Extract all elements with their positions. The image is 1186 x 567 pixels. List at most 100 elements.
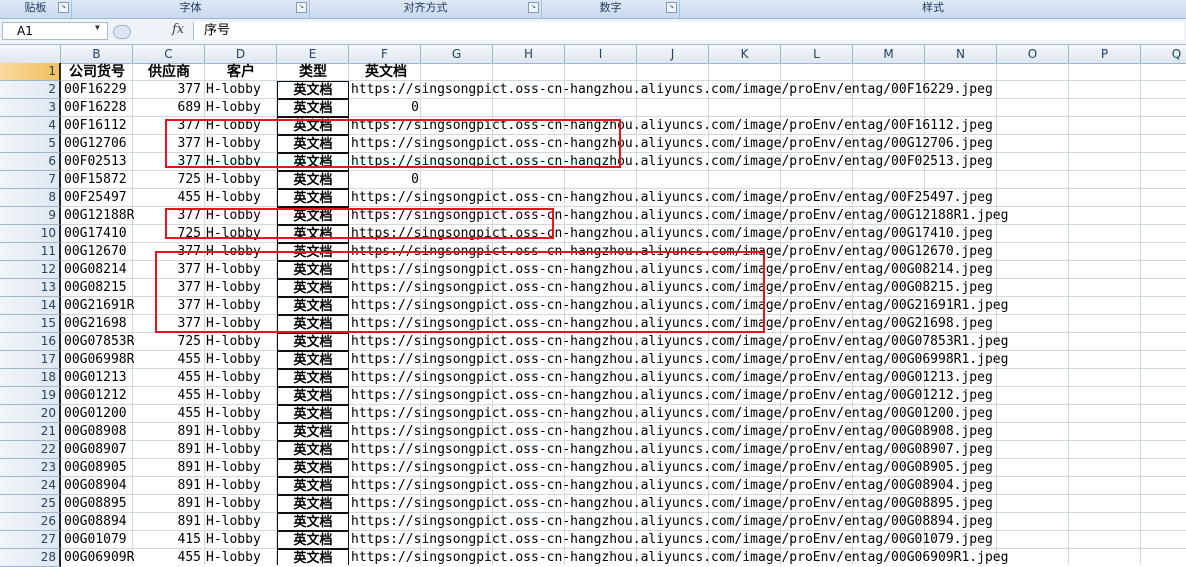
row-header[interactable]: 12 bbox=[0, 261, 61, 279]
dialog-launcher-icon[interactable]: ↘ bbox=[528, 2, 539, 13]
column-header-i[interactable]: I bbox=[565, 45, 637, 63]
ribbon-group-number[interactable]: 数字 ↘ bbox=[542, 0, 680, 18]
column-header-q[interactable]: Q bbox=[1141, 45, 1186, 63]
row-header[interactable]: 5 bbox=[0, 135, 61, 153]
cell-doc-url[interactable]: https://singsongpict.oss-cn-hangzhou.ali… bbox=[351, 225, 993, 243]
cell-supplier[interactable]: 455 bbox=[134, 549, 204, 565]
cell-doc-url[interactable]: https://singsongpict.oss-cn-hangzhou.ali… bbox=[351, 243, 993, 261]
cell-type[interactable]: 英文档 bbox=[277, 513, 349, 531]
cell-supplier[interactable]: 377 bbox=[134, 297, 204, 315]
cell-customer[interactable]: H-lobby bbox=[206, 171, 276, 189]
cell-supplier[interactable]: 377 bbox=[134, 207, 204, 225]
cell-type[interactable]: 英文档 bbox=[277, 297, 349, 315]
cell-doc-url[interactable]: https://singsongpict.oss-cn-hangzhou.ali… bbox=[351, 261, 993, 279]
cell-supplier[interactable]: 891 bbox=[134, 477, 204, 495]
header-cell-type[interactable]: 类型 bbox=[277, 63, 349, 81]
cell-doc-url[interactable]: https://singsongpict.oss-cn-hangzhou.ali… bbox=[351, 279, 993, 297]
cell-customer[interactable]: H-lobby bbox=[206, 495, 276, 513]
cell-code[interactable]: 00G08894 bbox=[64, 513, 134, 531]
insert-function-icon[interactable]: fx bbox=[172, 22, 184, 37]
cell-customer[interactable]: H-lobby bbox=[206, 99, 276, 117]
cell-type[interactable]: 英文档 bbox=[277, 549, 349, 565]
cell-customer[interactable]: H-lobby bbox=[206, 459, 276, 477]
cell-code[interactable]: 00G08895 bbox=[64, 495, 134, 513]
cell-customer[interactable]: H-lobby bbox=[206, 315, 276, 333]
cell-doc-url[interactable]: https://singsongpict.oss-cn-hangzhou.ali… bbox=[351, 477, 993, 495]
column-header-m[interactable]: M bbox=[853, 45, 925, 63]
row-header[interactable]: 21 bbox=[0, 423, 61, 441]
cell-code[interactable]: 00G08904 bbox=[64, 477, 134, 495]
cell-type[interactable]: 英文档 bbox=[277, 333, 349, 351]
cell-supplier[interactable]: 415 bbox=[134, 531, 204, 549]
cell-customer[interactable]: H-lobby bbox=[206, 387, 276, 405]
cell-supplier[interactable]: 891 bbox=[134, 423, 204, 441]
cell-customer[interactable]: H-lobby bbox=[206, 81, 276, 99]
row-header[interactable]: 15 bbox=[0, 315, 61, 333]
dialog-launcher-icon[interactable]: ↘ bbox=[58, 2, 69, 13]
cell-code[interactable]: 00G21691R bbox=[64, 297, 134, 315]
cell-supplier[interactable]: 455 bbox=[134, 405, 204, 423]
column-header-k[interactable]: K bbox=[709, 45, 781, 63]
dialog-launcher-icon[interactable]: ↘ bbox=[296, 2, 307, 13]
cell-customer[interactable]: H-lobby bbox=[206, 207, 276, 225]
column-header-l[interactable]: L bbox=[781, 45, 853, 63]
column-header-n[interactable]: N bbox=[925, 45, 997, 63]
cell-type[interactable]: 英文档 bbox=[277, 189, 349, 207]
cell-doc-url[interactable]: https://singsongpict.oss-cn-hangzhou.ali… bbox=[351, 135, 993, 153]
cell-customer[interactable]: H-lobby bbox=[206, 513, 276, 531]
chevron-down-icon[interactable]: ▼ bbox=[95, 23, 100, 32]
ribbon-group-alignment[interactable]: 对齐方式 ↘ bbox=[310, 0, 542, 18]
cell-supplier[interactable]: 725 bbox=[134, 171, 204, 189]
cell-type[interactable]: 英文档 bbox=[277, 81, 349, 99]
cell-supplier[interactable]: 377 bbox=[134, 279, 204, 297]
dialog-launcher-icon[interactable]: ↘ bbox=[666, 2, 677, 13]
cell-type[interactable]: 英文档 bbox=[277, 387, 349, 405]
column-header-b[interactable]: B bbox=[61, 45, 133, 63]
cell-code[interactable]: 00G07853R bbox=[64, 333, 134, 351]
row-header[interactable]: 10 bbox=[0, 225, 61, 243]
cell-customer[interactable]: H-lobby bbox=[206, 261, 276, 279]
cell-customer[interactable]: H-lobby bbox=[206, 225, 276, 243]
header-cell-customer[interactable]: 客户 bbox=[205, 63, 277, 81]
cell-doc-url[interactable]: https://singsongpict.oss-cn-hangzhou.ali… bbox=[351, 207, 1008, 225]
cell-customer[interactable]: H-lobby bbox=[206, 531, 276, 549]
cell-type[interactable]: 英文档 bbox=[277, 225, 349, 243]
row-header[interactable]: 19 bbox=[0, 387, 61, 405]
cell-code[interactable]: 00F25497 bbox=[64, 189, 134, 207]
cell-type[interactable]: 英文档 bbox=[277, 405, 349, 423]
cell-supplier[interactable]: 891 bbox=[134, 459, 204, 477]
cell-type[interactable]: 英文档 bbox=[277, 459, 349, 477]
formula-bar-resize-handle[interactable] bbox=[113, 25, 131, 39]
cell-customer[interactable]: H-lobby bbox=[206, 135, 276, 153]
cell-type[interactable]: 英文档 bbox=[277, 243, 349, 261]
cell-supplier[interactable]: 891 bbox=[134, 513, 204, 531]
cell-customer[interactable]: H-lobby bbox=[206, 405, 276, 423]
header-cell-code[interactable]: 公司货号 bbox=[61, 63, 133, 81]
worksheet-grid[interactable]: 序号 公司货号 供应商 客户 类型 英文档 00F16229377H-lobby… bbox=[61, 63, 1186, 565]
formula-input[interactable]: 序号 bbox=[193, 22, 1184, 40]
row-header[interactable]: 17 bbox=[0, 351, 61, 369]
column-header-p[interactable]: P bbox=[1069, 45, 1141, 63]
cell-code[interactable]: 00G01213 bbox=[64, 369, 134, 387]
cell-supplier[interactable]: 455 bbox=[134, 369, 204, 387]
row-header[interactable]: 20 bbox=[0, 405, 61, 423]
cell-customer[interactable]: H-lobby bbox=[206, 153, 276, 171]
cell-customer[interactable]: H-lobby bbox=[206, 477, 276, 495]
cell-type[interactable]: 英文档 bbox=[277, 207, 349, 225]
cell-supplier[interactable]: 377 bbox=[134, 81, 204, 99]
cell-supplier[interactable]: 377 bbox=[134, 243, 204, 261]
row-header[interactable]: 26 bbox=[0, 513, 61, 531]
cell-supplier[interactable]: 455 bbox=[134, 351, 204, 369]
cell-supplier[interactable]: 455 bbox=[134, 189, 204, 207]
column-header-h[interactable]: H bbox=[493, 45, 565, 63]
row-header-1[interactable]: 1 bbox=[0, 63, 61, 81]
cell-doc-url[interactable]: https://singsongpict.oss-cn-hangzhou.ali… bbox=[351, 315, 993, 333]
cell-supplier[interactable]: 377 bbox=[134, 261, 204, 279]
cell-type[interactable]: 英文档 bbox=[277, 117, 349, 135]
cell-customer[interactable]: H-lobby bbox=[206, 189, 276, 207]
cell-type[interactable]: 英文档 bbox=[277, 99, 349, 117]
cell-supplier[interactable]: 377 bbox=[134, 135, 204, 153]
name-box[interactable]: A1 bbox=[2, 22, 108, 40]
row-header[interactable]: 23 bbox=[0, 459, 61, 477]
row-header[interactable]: 27 bbox=[0, 531, 61, 549]
